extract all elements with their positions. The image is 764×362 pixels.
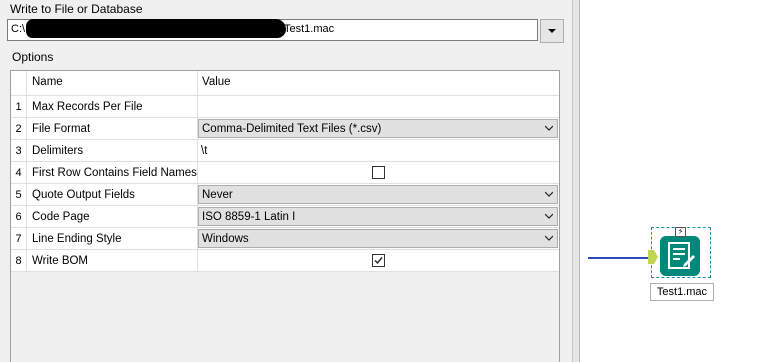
chevron-down-icon <box>545 125 553 131</box>
option-name: Max Records Per File <box>27 96 198 117</box>
row-number: 8 <box>11 250 27 271</box>
row-number-header <box>11 71 27 95</box>
tool-node-label: Test1.mac <box>650 283 714 301</box>
connection-line[interactable] <box>588 257 652 259</box>
row-number: 3 <box>11 140 27 161</box>
file-format-cell: Comma-Delimited Text Files (*.csv) <box>198 118 559 139</box>
workflow-canvas[interactable] <box>580 0 764 362</box>
delimiters-value: \t <box>201 144 208 157</box>
grid-header-row: Name Value <box>11 71 559 96</box>
write-to-file-label: Write to File or Database <box>10 2 143 16</box>
output-path-field[interactable]: C:\ Test1.mac <box>7 19 538 41</box>
first-row-field-names-cell <box>198 162 559 183</box>
option-name: Line Ending Style <box>27 228 198 249</box>
option-row-write-bom: 8 Write BOM <box>11 250 559 272</box>
line-ending-cell: Windows <box>198 228 559 249</box>
option-name: File Format <box>27 118 198 139</box>
row-number: 5 <box>11 184 27 205</box>
row-number: 6 <box>11 206 27 227</box>
max-records-input[interactable] <box>198 96 559 117</box>
option-name: Write BOM <box>27 250 198 271</box>
write-bom-checkbox[interactable] <box>372 254 385 267</box>
row-number: 2 <box>11 118 27 139</box>
file-format-dropdown[interactable]: Comma-Delimited Text Files (*.csv) <box>198 119 558 138</box>
chevron-down-icon <box>545 213 553 219</box>
options-label: Options <box>12 50 54 64</box>
configuration-panel: Write to File or Database C:\ Test1.mac … <box>0 0 572 362</box>
option-row-file-format: 2 File Format Comma-Delimited Text Files… <box>11 118 559 140</box>
first-row-field-names-checkbox[interactable] <box>372 166 385 179</box>
option-row-line-ending: 7 Line Ending Style Windows <box>11 228 559 250</box>
path-dropdown-button[interactable] <box>540 19 564 43</box>
code-page-dropdown[interactable]: ISO 8859-1 Latin I <box>198 207 558 226</box>
checkmark-icon <box>374 257 383 265</box>
option-row-quote-output: 5 Quote Output Fields Never <box>11 184 559 206</box>
path-prefix: C:\ <box>11 23 26 35</box>
option-row-code-page: 6 Code Page ISO 8859-1 Latin I <box>11 206 559 228</box>
option-name: Quote Output Fields <box>27 184 198 205</box>
row-number: 4 <box>11 162 27 183</box>
option-name: First Row Contains Field Names <box>27 162 198 183</box>
column-header-name: Name <box>27 71 198 95</box>
path-redaction-mark <box>26 19 286 38</box>
line-ending-dropdown[interactable]: Windows <box>198 229 558 248</box>
option-row-delimiters: 3 Delimiters \t <box>11 140 559 162</box>
output-data-icon[interactable] <box>660 236 700 276</box>
row-number: 7 <box>11 228 27 249</box>
code-page-cell: ISO 8859-1 Latin I <box>198 206 559 227</box>
chevron-down-icon <box>545 191 553 197</box>
write-bom-cell <box>198 250 559 271</box>
row-number: 1 <box>11 96 27 117</box>
option-row-first-row-field-names: 4 First Row Contains Field Names <box>11 162 559 184</box>
column-header-value: Value <box>202 76 231 88</box>
chevron-down-icon <box>545 235 553 241</box>
quote-output-value: Never <box>202 188 233 201</box>
line-ending-value: Windows <box>202 232 249 245</box>
quote-output-dropdown[interactable]: Never <box>198 185 558 204</box>
chevron-down-icon <box>548 29 556 33</box>
document-write-icon <box>668 242 695 269</box>
path-filename: Test1.mac <box>284 23 335 35</box>
panel-splitter[interactable] <box>572 0 580 362</box>
file-format-value: Comma-Delimited Text Files (*.csv) <box>202 122 382 135</box>
options-grid: Name Value 1 Max Records Per File 2 File… <box>11 71 559 272</box>
quote-output-cell: Never <box>198 184 559 205</box>
option-row-max-records: 1 Max Records Per File <box>11 96 559 118</box>
option-name: Code Page <box>27 206 198 227</box>
delimiters-input[interactable]: \t <box>198 140 559 161</box>
lightning-icon: ⚡ <box>675 227 686 237</box>
option-name: Delimiters <box>27 140 198 161</box>
code-page-value: ISO 8859-1 Latin I <box>202 210 296 223</box>
